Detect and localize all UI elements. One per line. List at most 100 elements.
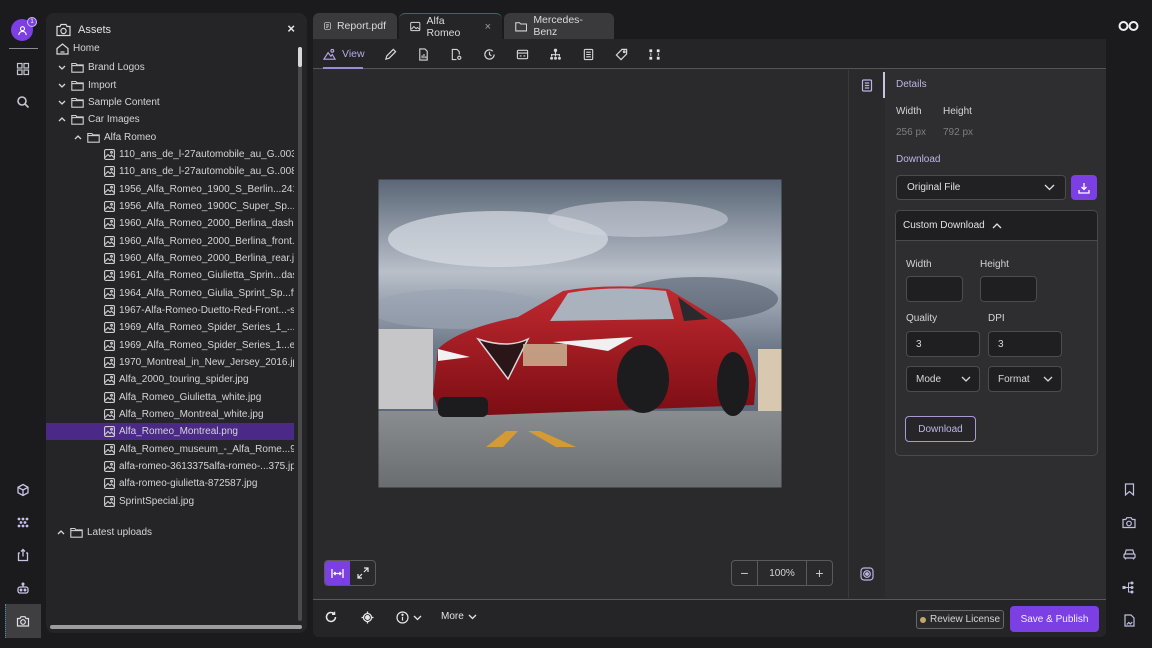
close-panel-button[interactable]: × (287, 22, 295, 35)
apps-button[interactable] (9, 508, 37, 536)
tree-file-item[interactable]: 1960_Alfa_Romeo_2000_Berlina_rear.jpg (104, 250, 294, 267)
vertical-scrollbar[interactable] (298, 47, 302, 621)
tree-file-item[interactable]: 1961_Alfa_Romeo_Giulietta_Sprin...dash.j… (104, 267, 294, 284)
tree-folder-item[interactable]: Import (57, 77, 294, 94)
tree-file-item[interactable]: Alfa_Romeo_Montreal.png (46, 423, 294, 441)
tree-file-item[interactable]: SprintSpecial.jpg (104, 493, 294, 510)
image-file-icon (104, 478, 115, 490)
bookmark-icon (1124, 482, 1134, 496)
custom-width-input[interactable] (906, 276, 963, 302)
expand-toggle[interactable] (73, 132, 83, 142)
tree-file-item[interactable]: alfa-romeo-giulietta-872587.jpg (104, 475, 294, 492)
search-button[interactable] (9, 88, 37, 116)
tool-document-list[interactable] (582, 46, 595, 62)
refresh-button[interactable] (325, 611, 337, 623)
license-status-dot (919, 616, 926, 623)
bookmark-button[interactable] (1121, 481, 1137, 497)
tree-file-item[interactable]: 1960_Alfa_Romeo_2000_Berlina_front.jpg (104, 233, 294, 250)
tool-crop[interactable] (648, 46, 661, 62)
expand-toggle[interactable] (57, 97, 67, 107)
expand-toggle[interactable] (57, 115, 67, 125)
main-workspace: View − 100% + Details Width Height 256 p… (313, 39, 1106, 637)
assets-button[interactable] (9, 607, 37, 635)
fit-width-button[interactable] (325, 561, 350, 585)
tree-file-item[interactable]: alfa-romeo-3613375alfa-romeo-...375.jpg (104, 458, 294, 475)
zoom-value[interactable]: 100% (757, 561, 807, 585)
dashboard-button[interactable] (9, 55, 37, 83)
zoom-in-button[interactable]: + (807, 561, 832, 585)
tool-edit[interactable] (384, 46, 397, 62)
tool-tags[interactable] (615, 46, 628, 62)
details-title: Details (896, 79, 927, 90)
upload-button[interactable] (9, 541, 37, 569)
tool-hierarchy[interactable] (549, 46, 562, 62)
tree-file-item[interactable]: Alfa_Romeo_Montreal_white.jpg (104, 406, 294, 423)
tree-file-item[interactable]: Alfa_Romeo_museum_-_Alfa_Rome...900.jpg (104, 441, 294, 458)
vehicle-button[interactable] (1121, 546, 1137, 562)
asset-preview-image[interactable] (378, 179, 782, 488)
tree-file-item[interactable]: 1960_Alfa_Romeo_2000_Berlina_dash.jpg (104, 215, 294, 232)
expand-toggle[interactable] (57, 63, 67, 73)
expand-toggle[interactable] (57, 80, 67, 90)
tab-alfa-romeo[interactable]: Alfa Romeo × (399, 13, 502, 39)
info-dropdown-button[interactable] (396, 611, 422, 624)
more-menu-button[interactable]: More (441, 611, 477, 622)
tab-label: Alfa Romeo (426, 14, 461, 39)
tree-file-item[interactable]: 1956_Alfa_Romeo_1900C_Super_Sp...vr.jpg (104, 198, 294, 215)
image-canvas[interactable]: − 100% + (313, 70, 848, 598)
app-logo[interactable] (1118, 20, 1139, 32)
tree-file-item[interactable]: 110_ans_de_l-27automobile_au_G..008.jpg (104, 163, 294, 180)
tool-view[interactable]: View (323, 46, 365, 62)
custom-download-button[interactable]: Download (905, 416, 976, 442)
cube-button[interactable] (9, 476, 37, 504)
tree-file-item[interactable]: 1969_Alfa_Romeo_Spider_Series_1_...on.jp… (104, 319, 294, 336)
mode-select[interactable]: Mode (906, 366, 980, 392)
review-license-button[interactable]: Review License (916, 610, 1004, 629)
vertical-scrollbar-thumb[interactable] (298, 47, 302, 67)
quick-download-button[interactable] (1071, 175, 1097, 200)
fullscreen-button[interactable] (350, 561, 375, 585)
quality-input[interactable]: 3 (906, 331, 980, 357)
tree-folder-item[interactable]: Latest uploads (56, 524, 294, 541)
tool-schedule[interactable] (516, 46, 529, 62)
tree-item-label: Brand Logos (88, 62, 145, 74)
robot-button[interactable] (9, 574, 37, 602)
zoom-out-button[interactable]: − (732, 561, 757, 585)
dpi-input[interactable]: 3 (988, 331, 1062, 357)
tree-file-item[interactable]: Alfa_Romeo_Giulietta_white.jpg (104, 389, 294, 406)
tree-folder-item[interactable]: Brand Logos (57, 59, 294, 76)
tree-file-item[interactable]: 1964_Alfa_Romeo_Giulia_Sprint_Sp...fvr.j… (104, 285, 294, 302)
tree-file-item[interactable]: 1967-Alfa-Romeo-Duetto-Red-Front...-s.jp… (104, 302, 294, 319)
camera-button[interactable] (1121, 514, 1137, 530)
download-type-select[interactable]: Original File (896, 175, 1066, 200)
tree-home-item[interactable]: Home (56, 40, 294, 57)
tab-mercedes-benz[interactable]: Mercedes-Benz (504, 13, 614, 39)
format-select[interactable]: Format (988, 366, 1062, 392)
tool-history[interactable] (483, 46, 496, 62)
horizontal-scrollbar[interactable] (50, 625, 302, 629)
tree-folder-item[interactable]: Alfa Romeo (73, 129, 294, 146)
tree-item-label: alfa-romeo-3613375alfa-romeo-...375.jpg (119, 460, 294, 472)
file-image-button[interactable] (1121, 612, 1137, 628)
tree-file-item[interactable]: 1970_Montreal_in_New_Jersey_2016.jpg (104, 354, 294, 371)
save-publish-button[interactable]: Save & Publish (1010, 606, 1099, 632)
tree-folder-item[interactable]: Car Images (57, 111, 294, 128)
fit-width-icon (331, 568, 344, 578)
notification-badge[interactable]: 1 (27, 17, 37, 27)
tab-report-pdf[interactable]: Report.pdf (313, 13, 397, 39)
details-tab-button[interactable] (861, 79, 873, 92)
focus-point-button[interactable] (361, 611, 374, 624)
custom-download-toggle[interactable]: Custom Download (896, 211, 1097, 241)
workflow-button[interactable] (1121, 579, 1137, 595)
tree-file-item[interactable]: 1969_Alfa_Romeo_Spider_Series_1...ear.jp… (104, 337, 294, 354)
settings-tab-button[interactable] (860, 567, 874, 581)
tree-folder-item[interactable]: Sample Content (57, 94, 294, 111)
tool-file-report[interactable] (417, 46, 430, 62)
tree-file-item[interactable]: 110_ans_de_l-27automobile_au_G..003.jpg (104, 146, 294, 163)
close-tab-icon[interactable]: × (485, 21, 491, 33)
expand-toggle[interactable] (56, 528, 66, 538)
custom-height-input[interactable] (980, 276, 1037, 302)
tool-file-settings[interactable] (450, 46, 463, 62)
tree-file-item[interactable]: 1956_Alfa_Romeo_1900_S_Berlin...241.jpg (104, 181, 294, 198)
tree-file-item[interactable]: Alfa_2000_touring_spider.jpg (104, 371, 294, 388)
